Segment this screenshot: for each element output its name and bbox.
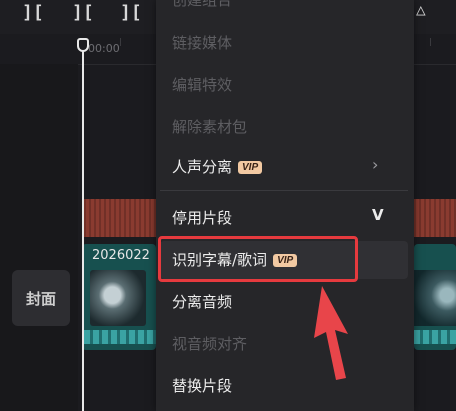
menu-item-separate-audio[interactable]: 分离音频 xyxy=(172,291,232,312)
track-header-column xyxy=(0,64,78,411)
triangle-icon[interactable]: △ xyxy=(416,0,426,19)
video-filmstrip xyxy=(84,330,156,344)
video-thumbnail xyxy=(90,270,146,326)
split-icon[interactable]: ][ xyxy=(72,2,94,23)
ruler-tick xyxy=(120,38,121,46)
video-filmstrip xyxy=(414,330,456,344)
split-left-icon[interactable]: ][ xyxy=(22,2,44,23)
cover-button[interactable]: 封面 xyxy=(12,270,70,326)
highlight-box xyxy=(158,236,358,282)
menu-item-label: 人声分离 xyxy=(172,158,233,176)
audio-waveform xyxy=(84,199,156,237)
menu-item-link-media[interactable]: 链接媒体 xyxy=(172,32,232,53)
menu-item-av-align[interactable]: 视音频对齐 xyxy=(172,333,247,354)
menu-item-edit-effects[interactable]: 编辑特效 xyxy=(172,74,232,95)
menu-shortcut-label: V xyxy=(372,206,384,224)
split-right-icon[interactable]: ][ xyxy=(120,2,142,23)
ruler-tick xyxy=(430,38,431,46)
ruler-time-label: 00:00 xyxy=(88,42,120,55)
menu-item-ungroup-package[interactable]: 解除素材包 xyxy=(172,116,247,137)
pointer-arrow-icon xyxy=(314,286,348,380)
menu-item-disable-clip[interactable]: 停用片段 xyxy=(172,207,232,228)
video-clip-label: 2026022 xyxy=(92,248,150,263)
menu-item-vocal-separation[interactable]: 人声分离 VIP xyxy=(172,156,263,177)
menu-item-replace-clip[interactable]: 替换片段 xyxy=(172,375,232,396)
playhead-line[interactable] xyxy=(82,48,84,411)
video-thumbnail xyxy=(414,270,456,326)
vip-badge: VIP xyxy=(238,161,263,174)
playhead-handle[interactable] xyxy=(77,38,89,52)
menu-item-create-group[interactable]: 创建组合 xyxy=(172,0,232,10)
audio-waveform xyxy=(414,199,456,237)
menu-divider xyxy=(160,190,408,191)
chevron-right-icon: › xyxy=(372,155,379,174)
